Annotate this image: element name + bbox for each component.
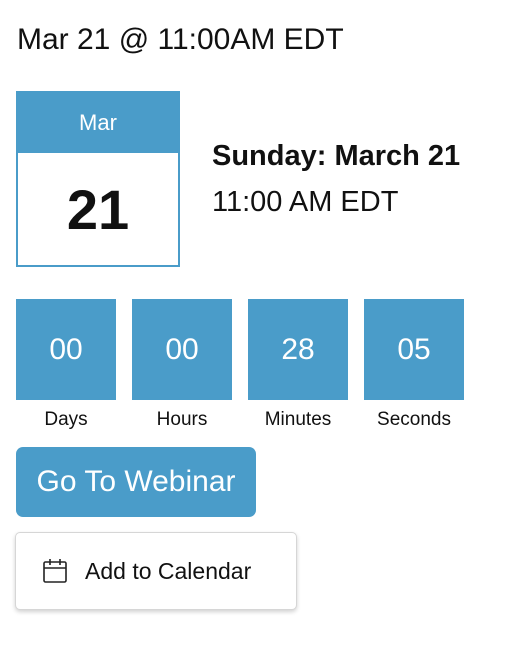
countdown-seconds: 05 Seconds [364,299,464,431]
countdown-minutes-value: 28 [248,299,348,400]
countdown-seconds-value: 05 [364,299,464,400]
event-info: Sunday: March 21 11:00 AM EDT [212,136,460,222]
page-title: Mar 21 @ 11:00AM EDT [17,23,344,56]
add-to-calendar-label: Add to Calendar [85,557,252,584]
countdown-days-value: 00 [16,299,116,400]
add-to-calendar-button[interactable]: Add to Calendar [15,532,297,610]
countdown-minutes: 28 Minutes [248,299,348,431]
countdown-timer: 00 Days 00 Hours 28 Minutes 05 Seconds [16,299,464,431]
countdown-hours: 00 Hours [132,299,232,431]
go-to-webinar-button[interactable]: Go To Webinar [16,447,256,517]
countdown-hours-value: 00 [132,299,232,400]
countdown-hours-label: Hours [156,409,208,430]
countdown-days-label: Days [44,409,88,430]
date-card: Mar 21 [16,91,180,267]
calendar-icon [41,557,69,585]
date-card-day: 21 [66,177,130,241]
countdown-minutes-label: Minutes [264,409,332,430]
date-card-month: Mar [18,93,178,153]
event-time-label: 11:00 AM EDT [212,186,399,218]
event-day-label: Sunday: March 21 [212,140,461,172]
countdown-seconds-label: Seconds [377,409,451,430]
countdown-days: 00 Days [16,299,116,431]
